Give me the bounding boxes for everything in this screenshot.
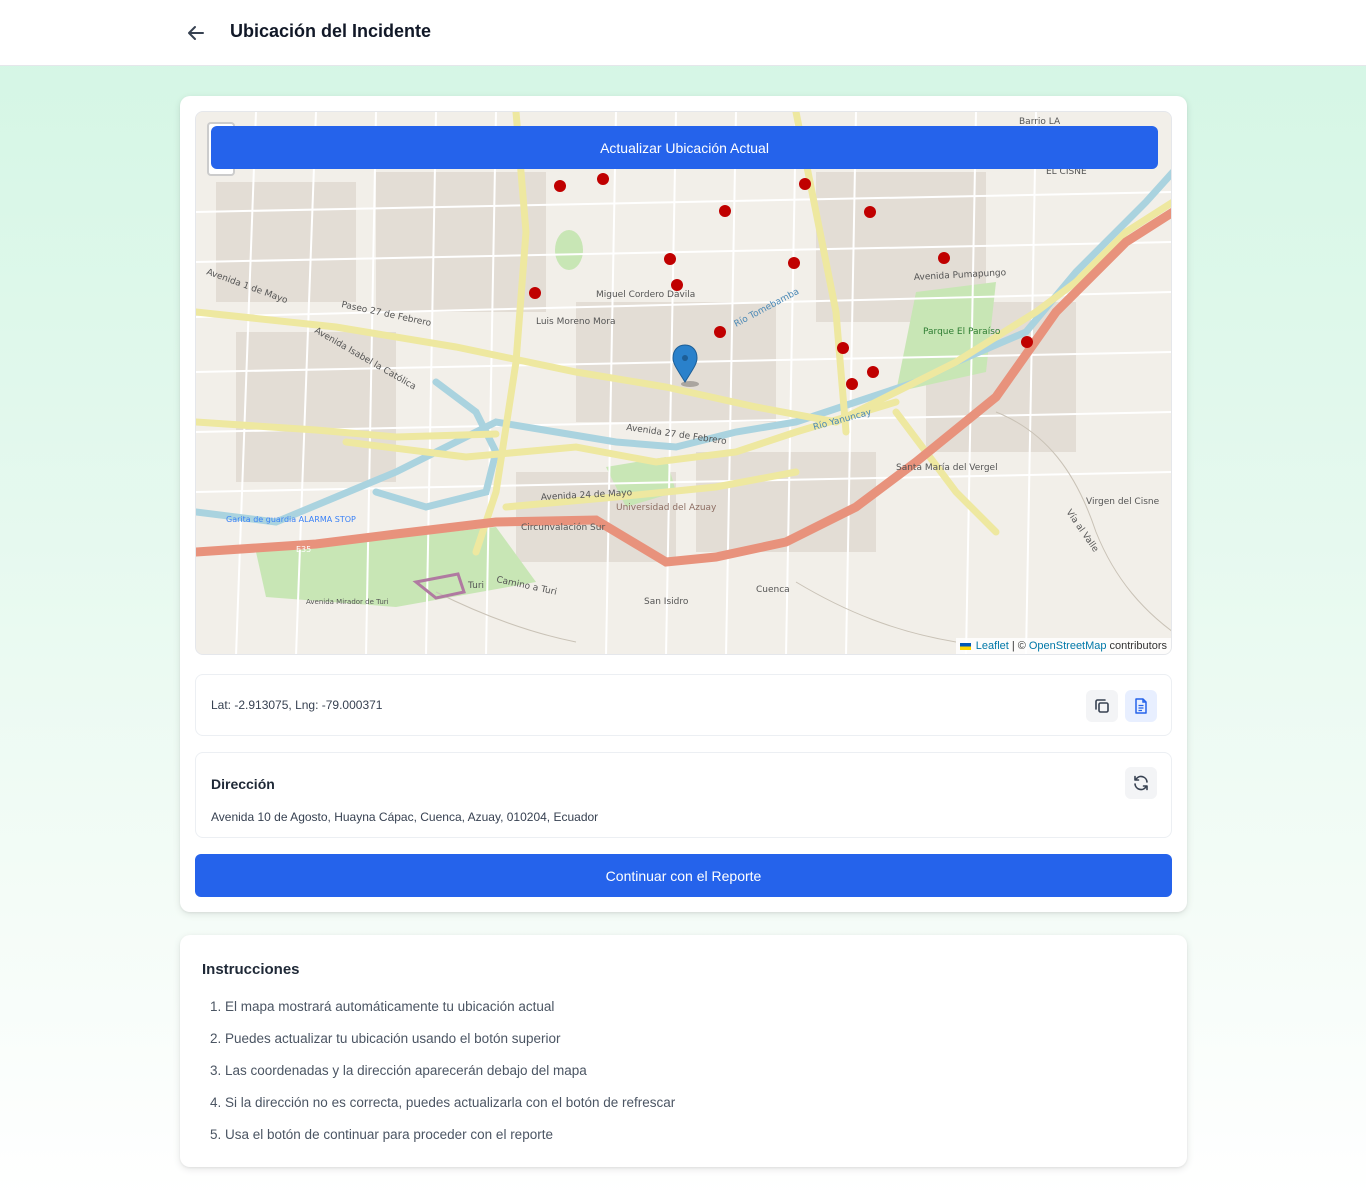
copy-icon (1095, 699, 1109, 713)
refresh-icon (1134, 775, 1148, 791)
map-view[interactable]: Avenida 1 de Mayo Avenida 27 de Febrero … (195, 111, 1172, 655)
map-label: Cuenca (756, 585, 790, 595)
instruction-item: 3. Las coordenadas y la dirección aparec… (210, 1063, 587, 1078)
attribution-contributors: contributors (1109, 640, 1167, 652)
document-icon (1135, 698, 1147, 714)
map-label: Luis Moreno Mora (536, 317, 615, 327)
address-label: Dirección (211, 776, 275, 792)
map-tiles: Avenida 1 de Mayo Avenida 27 de Febrero … (196, 112, 1171, 654)
map-label: Parque El Paraíso (923, 327, 1001, 337)
copy-button[interactable] (1086, 690, 1118, 722)
address-box: Dirección Avenida 10 de Agosto, Huayna C… (195, 752, 1172, 838)
instructions-list: 1. El mapa mostrará automáticamente tu u… (210, 999, 675, 1159)
refresh-address-button[interactable] (1125, 767, 1157, 799)
ukraine-flag-icon (959, 642, 971, 650)
instruction-item: 1. El mapa mostrará automáticamente tu u… (210, 999, 555, 1014)
location-card: Avenida 1 de Mayo Avenida 27 de Febrero … (180, 96, 1187, 912)
instruction-item: 5. Usa el botón de continuar para proced… (210, 1127, 553, 1142)
instructions-card: Instrucciones 1. El mapa mostrará automá… (180, 935, 1187, 1167)
map-label: E35 (296, 545, 311, 554)
map-label: Circunvalación Sur (521, 522, 605, 533)
map-label: Santa María del Vergel (896, 463, 998, 473)
leaflet-link[interactable]: Leaflet (976, 640, 1009, 652)
map-label: San Isidro (644, 597, 689, 607)
map-label: Miguel Cordero Dávila (596, 290, 695, 300)
map-label: Universidad del Azuay (616, 503, 717, 513)
attribution-separator: | © (1011, 640, 1026, 652)
back-button[interactable] (182, 19, 210, 47)
document-button[interactable] (1125, 690, 1157, 722)
map-label: Virgen del Cisne (1086, 497, 1160, 507)
address-value: Avenida 10 de Agosto, Huayna Cápac, Cuen… (211, 810, 599, 824)
page-title: Ubicación del Incidente (230, 21, 432, 41)
map-label: Avenida Mirador de Turi (306, 598, 389, 606)
map-label: Garita de guardia ALARMA STOP (226, 515, 356, 524)
instruction-item: 4. Si la dirección no es correcta, puede… (210, 1095, 676, 1110)
arrow-left-icon (188, 26, 204, 40)
coordinates-text: Lat: -2.913075, Lng: -79.000371 (211, 698, 383, 712)
map-label: Turi (467, 581, 484, 591)
coordinates-box: Lat: -2.913075, Lng: -79.000371 (195, 674, 1172, 736)
continue-report-button[interactable]: Continuar con el Reporte (195, 854, 1172, 897)
top-bar: Ubicación del Incidente (0, 0, 1366, 66)
map-attribution: Leaflet | © OpenStreetMap contributors (955, 638, 1171, 654)
instructions-title: Instrucciones (202, 961, 300, 978)
instruction-item: 2. Puedes actualizar tu ubicación usando… (210, 1031, 561, 1046)
osm-link[interactable]: OpenStreetMap (1029, 640, 1107, 652)
update-location-button[interactable]: Actualizar Ubicación Actual (211, 126, 1158, 169)
